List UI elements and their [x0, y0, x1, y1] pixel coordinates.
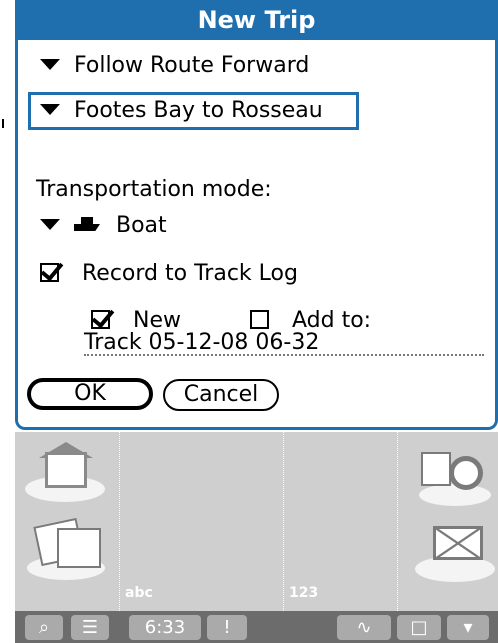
dropdown-triangle-icon [40, 58, 60, 70]
clock-display[interactable]: 6:33 [129, 615, 201, 640]
abc-label: abc [125, 585, 153, 601]
route-dropdown-content[interactable]: Footes Bay to Rosseau [40, 98, 323, 123]
track-name-field[interactable]: Track 05-12-08 06-32 [84, 330, 319, 355]
home-icon[interactable] [25, 442, 105, 502]
host-window-edge [0, 0, 15, 643]
dialog-title: New Trip [18, 0, 495, 40]
dropdown-triangle-icon [40, 103, 60, 115]
status-bar: ⌕ ☰ 6:33 ! ∿ □ ▾ [15, 611, 498, 643]
transport-dropdown[interactable]: Boat [40, 213, 167, 238]
mail-icon[interactable] [415, 518, 495, 584]
device-screen: New Trip Follow Route Forward Footes Bay… [15, 0, 498, 643]
mode-dropdown-label: Follow Route Forward [74, 53, 310, 78]
checkbox-checked-icon[interactable] [91, 309, 110, 329]
boat-icon [74, 217, 100, 231]
record-track-checkbox[interactable]: Record to Track Log [40, 261, 298, 286]
input-icon[interactable]: □ [397, 615, 441, 640]
new-trip-dialog: New Trip Follow Route Forward Footes Bay… [15, 0, 498, 430]
checkbox-unchecked-icon[interactable] [250, 309, 269, 329]
host-tick [2, 119, 4, 128]
transport-value: Boat [116, 213, 167, 238]
launcher-divider [119, 432, 120, 611]
checkbox-checked-icon[interactable] [40, 262, 59, 282]
track-name-underline [84, 354, 484, 356]
record-track-label: Record to Track Log [82, 261, 298, 286]
launcher-divider [283, 432, 284, 611]
alert-icon[interactable]: ! [207, 615, 247, 640]
sync-icon[interactable] [415, 450, 493, 508]
graffiti-icon[interactable]: ∿ [337, 615, 391, 640]
find-icon[interactable]: ⌕ [25, 615, 63, 640]
hide-icon[interactable]: ▾ [447, 615, 489, 640]
mode-dropdown[interactable]: Follow Route Forward [40, 53, 309, 78]
ok-button[interactable]: OK [27, 378, 153, 410]
123-label: 123 [289, 585, 319, 601]
dropdown-triangle-icon [40, 218, 60, 230]
media-icon[interactable] [27, 517, 113, 580]
route-dropdown-label: Footes Bay to Rosseau [74, 98, 323, 123]
cancel-button[interactable]: Cancel [163, 379, 279, 411]
menu-icon[interactable]: ☰ [71, 615, 109, 640]
launcher-divider [397, 432, 398, 611]
graffiti-launcher: abc 123 [15, 432, 498, 611]
transport-mode-label: Transportation mode: [36, 177, 272, 202]
